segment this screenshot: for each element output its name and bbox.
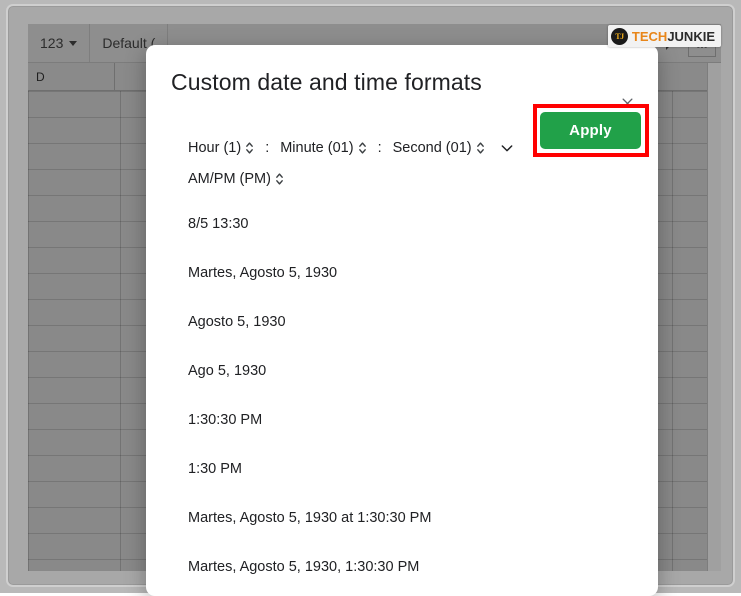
- list-item[interactable]: Martes, Agosto 5, 1930 at 1:30:30 PM: [188, 507, 638, 556]
- window-inner: 123 Default (: [28, 24, 721, 571]
- token-minute-label: Minute (01): [280, 140, 353, 156]
- list-item[interactable]: Ago 5, 1930: [188, 360, 638, 409]
- list-item[interactable]: Martes, Agosto 5, 1930, 1:30:30 PM: [188, 556, 638, 596]
- list-item[interactable]: 1:30:30 PM: [188, 409, 638, 458]
- format-sample-list: 8/5 13:30 Martes, Agosto 5, 1930 Agosto …: [188, 213, 638, 596]
- apply-button[interactable]: Apply: [540, 112, 641, 149]
- dialog-title: Custom date and time formats: [171, 69, 482, 96]
- techjunkie-watermark: TECH JUNKIE: [608, 25, 721, 47]
- token-separator-2: :: [369, 140, 391, 156]
- format-token-row-primary: Hour (1) : Minute (01): [186, 138, 515, 158]
- column-header-d[interactable]: D: [28, 63, 115, 90]
- spinner-icon[interactable]: [476, 140, 485, 156]
- screen-root: 123 Default (: [0, 0, 741, 593]
- list-item[interactable]: 1:30 PM: [188, 458, 638, 507]
- chevron-down-icon: [69, 41, 77, 46]
- token-ampm[interactable]: AM/PM (PM): [186, 169, 286, 189]
- token-second-label: Second (01): [393, 140, 472, 156]
- number-format-button[interactable]: 123: [28, 24, 90, 62]
- token-minute[interactable]: Minute (01): [278, 138, 368, 158]
- vertical-scrollbar[interactable]: [707, 63, 721, 571]
- token-second[interactable]: Second (01): [391, 138, 487, 158]
- token-ampm-label: AM/PM (PM): [188, 171, 271, 187]
- token-separator-1: :: [256, 140, 278, 156]
- spinner-icon[interactable]: [275, 171, 284, 187]
- list-item[interactable]: Agosto 5, 1930: [188, 311, 638, 360]
- list-item[interactable]: Martes, Agosto 5, 1930: [188, 262, 638, 311]
- watermark-text-secondary: JUNKIE: [667, 29, 715, 44]
- techjunkie-logo-icon: [611, 28, 628, 45]
- number-format-label: 123: [40, 35, 63, 51]
- list-item[interactable]: 8/5 13:30: [188, 213, 638, 262]
- spinner-icon[interactable]: [245, 140, 254, 156]
- chevron-down-icon[interactable]: [499, 140, 515, 156]
- token-hour-label: Hour (1): [188, 140, 241, 156]
- spinner-icon[interactable]: [358, 140, 367, 156]
- token-hour[interactable]: Hour (1): [186, 138, 256, 158]
- window-frame: 123 Default (: [6, 4, 735, 587]
- format-token-row-secondary: AM/PM (PM): [186, 169, 286, 189]
- watermark-text-primary: TECH: [632, 29, 667, 44]
